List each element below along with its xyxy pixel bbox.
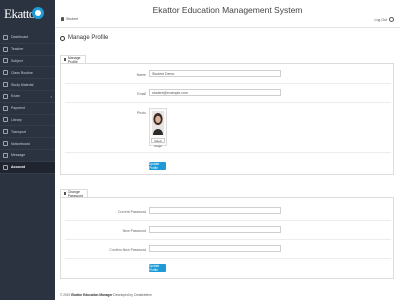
sidebar-item-noticeboard[interactable]: Noticeboard: [0, 138, 55, 150]
sidebar-item-exam[interactable]: Exam ‹: [0, 91, 55, 103]
sidebar-item-teacher[interactable]: Teacher: [0, 44, 55, 56]
new-password-label: New Password: [122, 229, 146, 233]
logout-icon: [389, 17, 394, 22]
sidebar-item-label: Noticeboard: [11, 141, 30, 146]
select-image-button[interactable]: Select image: [151, 138, 165, 148]
sidebar-item-label: Dashboard: [11, 35, 29, 40]
name-label: Name: [136, 73, 146, 77]
sidebar-item-payment[interactable]: Payment: [0, 103, 55, 115]
divider: [65, 83, 391, 84]
tab-change-password[interactable]: Change Password: [60, 189, 88, 198]
payment-icon: [3, 105, 8, 111]
calendar-icon: [3, 70, 8, 76]
logo[interactable]: Ekattor: [4, 6, 52, 24]
update-password-button[interactable]: Update Profile: [149, 264, 166, 272]
notice-icon: [3, 141, 8, 147]
user-icon: [64, 58, 66, 61]
new-password-field[interactable]: [149, 226, 281, 233]
sidebar-item-label: Transport: [11, 129, 26, 134]
user-icon: [61, 17, 64, 21]
message-icon: [3, 152, 8, 158]
logo-badge-icon: [32, 7, 44, 19]
page-title-text: Manage Profile: [68, 35, 109, 41]
sidebar-item-message[interactable]: Message: [0, 150, 55, 162]
confirm-password-label: Confirm New Password: [109, 248, 146, 252]
divider: [65, 258, 391, 259]
page-title: Manage Profile: [60, 35, 108, 41]
sidebar-item-account[interactable]: Account: [0, 161, 55, 174]
sidebar-item-label: Message: [11, 153, 26, 158]
teacher-icon: [3, 46, 8, 52]
sidebar-item-study-material[interactable]: Study Material: [0, 79, 55, 91]
footer-prefix: © 2019: [60, 293, 71, 297]
dashboard-icon: [3, 34, 8, 40]
footer-suffix: Developed by Creativeitem: [113, 293, 152, 297]
sidebar-item-transport[interactable]: Transport: [0, 126, 55, 139]
logout-link[interactable]: Log Out: [375, 17, 394, 22]
sidebar-item-library[interactable]: Library: [0, 115, 55, 127]
email-field[interactable]: [149, 89, 281, 96]
profile-panel: Name Email Photo Select image Update Pro…: [60, 63, 394, 175]
top-header: Ekattor Education Management System Stud…: [55, 0, 400, 28]
divider: [65, 102, 391, 103]
sidebar-item-label: Study Material: [11, 82, 34, 87]
confirm-password-field[interactable]: [149, 245, 281, 252]
sidebar-item-label: Payment: [11, 106, 25, 111]
current-password-field[interactable]: [149, 207, 281, 214]
photo-label: Photo: [136, 111, 146, 115]
sidebar-item-label: Library: [11, 117, 22, 122]
password-panel: Current Password New Password Confirm Ne…: [60, 197, 394, 279]
sidebar-nav: Dashboard Teacher Subject Class Routine …: [0, 32, 55, 174]
footer: © 2019 Ekattor Education Manager Develop…: [60, 293, 152, 297]
logout-label: Log Out: [374, 17, 387, 22]
sidebar-item-label: Teacher: [11, 47, 24, 52]
lock-icon: [3, 164, 8, 170]
folder-icon: [3, 82, 8, 88]
current-password-label: Current Password: [117, 210, 146, 214]
chevron-left-icon: ‹: [50, 93, 52, 99]
divider: [65, 239, 391, 240]
sidebar: Ekattor Dashboard Teacher Subject Class …: [0, 0, 55, 300]
sidebar-item-subject[interactable]: Subject: [0, 56, 55, 68]
user-name: Student: [66, 17, 79, 21]
profile-photo: [152, 111, 164, 135]
exam-icon: [3, 93, 8, 99]
photo-upload: Select image: [149, 108, 167, 148]
email-label: Email: [137, 92, 146, 96]
sidebar-item-class-routine[interactable]: Class Routine: [0, 67, 55, 80]
user-menu[interactable]: Student: [61, 17, 78, 21]
sidebar-item-label: Exam: [11, 94, 20, 99]
update-profile-button[interactable]: Update Profile: [149, 162, 166, 170]
sidebar-item-dashboard[interactable]: Dashboard: [0, 32, 55, 44]
system-title: Ekattor Education Management System: [152, 5, 303, 15]
footer-brand[interactable]: Ekattor Education Manager: [71, 293, 112, 297]
lock-icon: [64, 192, 66, 195]
arrow-circle-icon: [60, 35, 65, 41]
divider: [65, 220, 391, 221]
book-icon: [3, 58, 8, 64]
bus-icon: [3, 129, 8, 135]
sidebar-item-label: Account: [11, 165, 25, 170]
library-icon: [3, 117, 8, 123]
sidebar-item-label: Subject: [11, 58, 23, 63]
divider: [65, 152, 391, 153]
sidebar-item-label: Class Routine: [11, 70, 33, 75]
tab-manage-profile[interactable]: Manage Profile: [60, 55, 86, 64]
name-field[interactable]: [149, 70, 281, 77]
